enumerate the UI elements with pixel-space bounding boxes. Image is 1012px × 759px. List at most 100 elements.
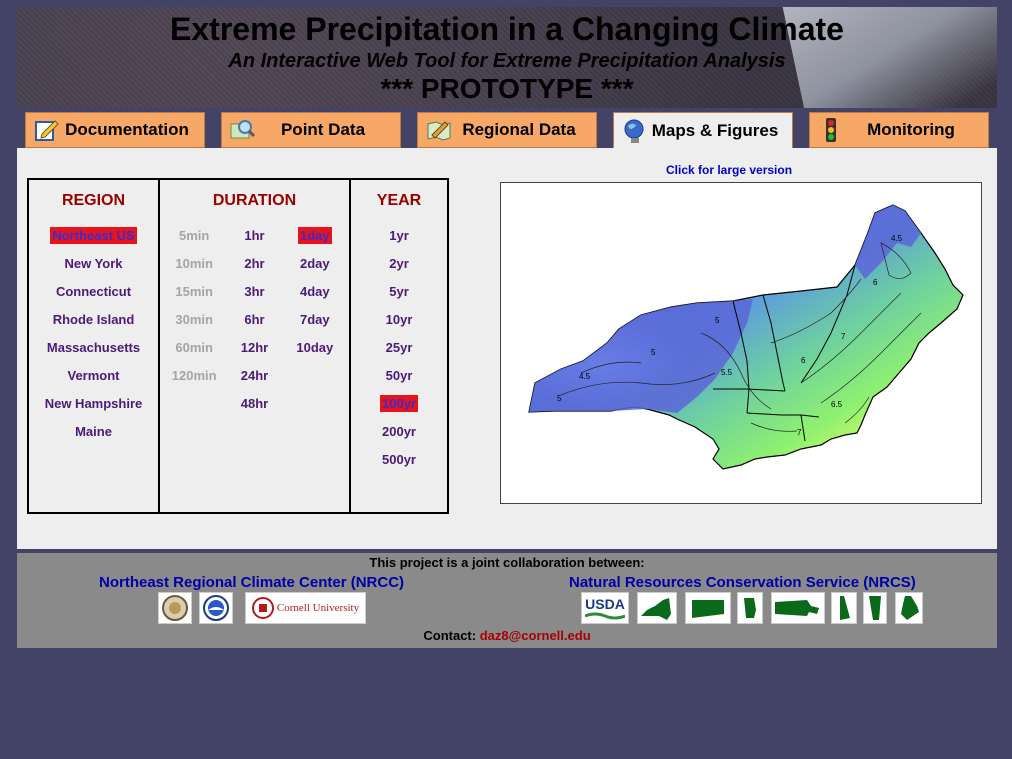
- duration-days-list: 1day 2day 4day 7day 10day: [285, 222, 345, 418]
- duration-option-7day[interactable]: 7day: [285, 306, 345, 334]
- region-option-new-hampshire[interactable]: New Hampshire: [29, 390, 158, 418]
- region-option-new-york[interactable]: New York: [29, 250, 158, 278]
- duration-option-3hr[interactable]: 3hr: [224, 278, 284, 306]
- tab-monitoring[interactable]: Monitoring: [809, 112, 989, 148]
- cornell-seal-icon: [251, 597, 274, 619]
- region-option-northeast-us[interactable]: Northeast US: [29, 222, 158, 250]
- collaboration-text: This project is a joint collaboration be…: [369, 555, 645, 570]
- page-title: Extreme Precipitation in a Changing Clim…: [170, 11, 844, 47]
- region-column: REGION Northeast US New York Connecticut…: [29, 180, 160, 512]
- ncdc-seal-logo[interactable]: [158, 592, 192, 624]
- noaa-seal-logo[interactable]: [199, 592, 233, 624]
- nrcs-link[interactable]: Natural Resources Conservation Service (…: [569, 574, 916, 591]
- nrcc-link[interactable]: Northeast Regional Climate Center (NRCC): [99, 574, 404, 591]
- year-option-10yr[interactable]: 10yr: [351, 306, 447, 334]
- new-hampshire-state-icon[interactable]: [831, 592, 857, 624]
- main-tabs: Documentation Point Data Regional Data M…: [17, 112, 997, 149]
- contour-label: 6.5: [831, 400, 843, 409]
- tab-label: Point Data: [280, 120, 366, 139]
- duration-option-10day[interactable]: 10day: [285, 334, 345, 362]
- tab-documentation[interactable]: Documentation: [25, 112, 205, 148]
- region-option-rhode-island[interactable]: Rhode Island: [29, 306, 158, 334]
- duration-option-30min: 30min: [175, 312, 213, 327]
- map-pencil-icon: [426, 117, 452, 143]
- contact-line: Contact: daz8@cornell.edu: [17, 628, 997, 643]
- duration-option-2hr[interactable]: 2hr: [224, 250, 284, 278]
- tab-label: Maps & Figures: [651, 121, 779, 140]
- tab-label: Regional Data: [462, 120, 576, 139]
- tab-maps-figures[interactable]: Maps & Figures: [613, 112, 793, 149]
- precipitation-map[interactable]: 4.5 5 5.5 6 6.5 7 4.5 5 5 6 7: [500, 182, 982, 504]
- traffic-light-icon: [818, 117, 844, 143]
- year-option-25yr[interactable]: 25yr: [351, 334, 447, 362]
- region-option-maine[interactable]: Maine: [29, 418, 158, 446]
- duration-header: DURATION: [212, 192, 297, 209]
- cornell-logo[interactable]: Cornell University: [245, 592, 366, 624]
- duration-option-24hr[interactable]: 24hr: [224, 362, 284, 390]
- contour-label: 5.5: [721, 368, 733, 377]
- selected-year: 100yr: [380, 395, 418, 412]
- contour-label: 7: [841, 332, 846, 341]
- year-option-500yr[interactable]: 500yr: [351, 446, 447, 474]
- year-option-200yr[interactable]: 200yr: [351, 418, 447, 446]
- page-subtitle: An Interactive Web Tool for Extreme Prec…: [228, 50, 786, 72]
- contour-label: 4.5: [891, 234, 903, 243]
- northeast-region-shape: [528, 204, 964, 470]
- year-header: YEAR: [376, 192, 422, 209]
- selected-region: Northeast US: [50, 227, 137, 244]
- cornell-logo-text: Cornell University: [276, 602, 360, 614]
- year-option-100yr[interactable]: 100yr: [351, 390, 447, 418]
- region-option-connecticut[interactable]: Connecticut: [29, 278, 158, 306]
- duration-option-1day[interactable]: 1day: [285, 222, 345, 250]
- duration-option-5min: 5min: [178, 228, 210, 243]
- site-footer: This project is a joint collaboration be…: [17, 553, 997, 648]
- contour-label: 6: [873, 278, 878, 287]
- tab-label: Documentation: [65, 120, 189, 139]
- tab-point-data[interactable]: Point Data: [221, 112, 401, 148]
- contour-label: 5: [557, 394, 562, 403]
- prototype-banner: *** PROTOTYPE ***: [380, 73, 634, 104]
- maps-figures-panel: REGION Northeast US New York Connecticut…: [17, 148, 997, 549]
- vermont-state-icon[interactable]: [863, 592, 887, 624]
- year-column: YEAR 1yr 2yr 5yr 10yr 25yr 50yr 100yr 20…: [351, 180, 447, 512]
- maine-state-icon[interactable]: [895, 592, 923, 624]
- duration-option-15min: 15min: [175, 284, 213, 299]
- year-option-5yr[interactable]: 5yr: [351, 278, 447, 306]
- contour-label: 5: [715, 316, 720, 325]
- region-option-vermont[interactable]: Vermont: [29, 362, 158, 390]
- duration-option-120min: 120min: [171, 368, 217, 383]
- duration-option-6hr[interactable]: 6hr: [224, 306, 284, 334]
- pencil-document-icon: [34, 117, 60, 143]
- site-header: Extreme Precipitation in a Changing Clim…: [17, 7, 997, 108]
- globe-icon: [622, 118, 648, 144]
- duration-option-48hr[interactable]: 48hr: [224, 390, 284, 418]
- region-header: REGION: [61, 192, 126, 209]
- selected-duration: 1day: [297, 227, 332, 244]
- contour-label: 5: [651, 348, 656, 357]
- magnifier-icon: [230, 117, 256, 143]
- contact-label: Contact:: [423, 628, 477, 643]
- duration-minutes-list: 5min 10min 15min 30min 60min 120min: [164, 222, 224, 418]
- duration-option-4day[interactable]: 4day: [285, 278, 345, 306]
- tab-label: Monitoring: [867, 120, 955, 139]
- large-version-link[interactable]: Click for large version: [666, 163, 792, 177]
- map-selector-table: REGION Northeast US New York Connecticut…: [27, 178, 449, 514]
- contour-label: 4.5: [579, 372, 591, 381]
- duration-hours-list: 1hr 2hr 3hr 6hr 12hr 24hr 48hr: [224, 222, 284, 418]
- year-option-1yr[interactable]: 1yr: [351, 222, 447, 250]
- contact-email-link[interactable]: daz8@cornell.edu: [480, 628, 591, 643]
- usda-logo[interactable]: USDA: [581, 592, 629, 624]
- tab-regional-data[interactable]: Regional Data: [417, 112, 597, 148]
- rhode-island-state-icon[interactable]: [737, 592, 763, 624]
- duration-option-12hr[interactable]: 12hr: [224, 334, 284, 362]
- year-option-2yr[interactable]: 2yr: [351, 250, 447, 278]
- duration-option-2day[interactable]: 2day: [285, 250, 345, 278]
- usda-logo-text: USDA: [585, 596, 625, 612]
- duration-option-1hr[interactable]: 1hr: [224, 222, 284, 250]
- connecticut-state-icon[interactable]: [685, 592, 731, 624]
- contour-label: 6: [801, 356, 806, 365]
- region-option-massachusetts[interactable]: Massachusetts: [29, 334, 158, 362]
- new-york-state-icon[interactable]: [637, 592, 677, 624]
- year-option-50yr[interactable]: 50yr: [351, 362, 447, 390]
- massachusetts-state-icon[interactable]: [771, 592, 825, 624]
